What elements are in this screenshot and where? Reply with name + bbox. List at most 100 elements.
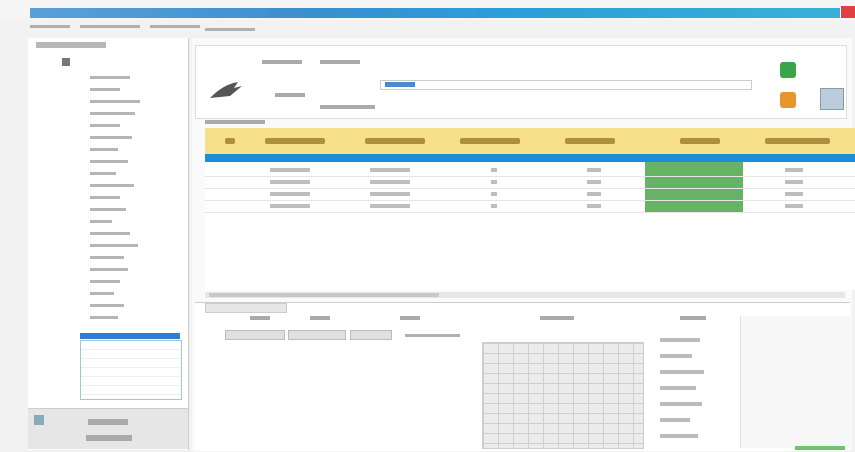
tree-item[interactable] <box>90 88 120 91</box>
tree-item[interactable] <box>90 304 124 307</box>
grid-selection-bar[interactable] <box>205 154 855 162</box>
grid-cell <box>270 192 310 196</box>
grid-cell <box>270 168 310 172</box>
tree-header <box>36 42 106 48</box>
table-row[interactable] <box>205 200 855 213</box>
tree-item[interactable] <box>90 316 118 319</box>
tree-item[interactable] <box>90 112 135 115</box>
grid-cell <box>587 180 601 184</box>
tree-item-selected[interactable] <box>80 333 180 339</box>
scrollbar-thumb[interactable] <box>209 293 439 297</box>
detail-list <box>660 330 720 445</box>
detail-header <box>400 316 420 320</box>
grid-cell <box>491 192 497 196</box>
detail-side-panel <box>740 316 851 448</box>
tree-item[interactable] <box>90 76 130 79</box>
title-bar <box>0 0 855 20</box>
detail-header <box>250 316 270 320</box>
tree-item[interactable] <box>90 280 120 283</box>
input-selection <box>385 82 415 87</box>
status-orange-icon[interactable] <box>780 92 796 108</box>
form-label <box>320 105 375 109</box>
grid-cell <box>785 204 803 208</box>
tree-item[interactable] <box>90 244 138 247</box>
tree-item[interactable] <box>90 232 130 235</box>
list-item[interactable] <box>660 434 698 438</box>
grid-cell <box>785 168 803 172</box>
detail-header <box>310 316 330 320</box>
detail-header <box>680 316 706 320</box>
detail-button[interactable] <box>288 330 346 340</box>
status-green-icon[interactable] <box>780 62 796 78</box>
tree-child-list[interactable] <box>80 340 182 400</box>
grid-cell <box>491 204 497 208</box>
tree-root-icon <box>62 58 70 66</box>
footer-button[interactable] <box>88 419 128 425</box>
search-input[interactable] <box>380 80 752 90</box>
title-accent-bar <box>30 8 840 18</box>
grid-cell <box>587 192 601 196</box>
tree-item[interactable] <box>90 220 112 223</box>
menu-placeholder <box>80 25 140 28</box>
grid-cell <box>491 180 497 184</box>
grid-cell <box>370 168 410 172</box>
grid-cell <box>587 204 601 208</box>
tree-item[interactable] <box>90 184 134 187</box>
list-item[interactable] <box>660 402 702 406</box>
column-header[interactable] <box>265 138 325 144</box>
grid-cell <box>270 180 310 184</box>
left-panel-footer <box>28 408 188 449</box>
tab-placeholder <box>205 28 255 31</box>
column-header[interactable] <box>365 138 425 144</box>
tree-item[interactable] <box>90 196 120 199</box>
detail-button[interactable] <box>225 330 285 340</box>
tree-item[interactable] <box>90 208 126 211</box>
logo-icon <box>210 82 242 98</box>
column-header[interactable] <box>680 138 720 144</box>
form-label <box>275 93 305 97</box>
column-header[interactable] <box>565 138 615 144</box>
tree-item[interactable] <box>90 172 116 175</box>
menu-placeholder <box>30 25 70 28</box>
tree-item[interactable] <box>90 148 118 151</box>
detail-header <box>540 316 574 320</box>
tree-item[interactable] <box>90 124 120 127</box>
detail-tab[interactable] <box>205 303 287 313</box>
close-button[interactable] <box>841 6 855 18</box>
grid-cell <box>785 192 803 196</box>
tree-item[interactable] <box>90 100 140 103</box>
tree-item[interactable] <box>90 268 128 271</box>
settings-icon[interactable] <box>820 88 844 110</box>
form-label <box>320 60 360 64</box>
column-header[interactable] <box>765 138 830 144</box>
tree-item[interactable] <box>90 160 128 163</box>
grid-cell <box>370 180 410 184</box>
grid-title <box>205 120 265 124</box>
grid-cell <box>785 180 803 184</box>
menu-placeholder <box>150 25 200 28</box>
grid-cell <box>370 192 410 196</box>
detail-button[interactable] <box>350 330 392 340</box>
grid-cell <box>370 204 410 208</box>
tree-item[interactable] <box>90 292 114 295</box>
list-item[interactable] <box>660 354 692 358</box>
panel-icon[interactable] <box>34 415 44 425</box>
form-label <box>262 60 302 64</box>
detail-text <box>405 334 460 337</box>
list-item[interactable] <box>660 338 700 342</box>
tree-item[interactable] <box>90 256 124 259</box>
status-bar-indicator <box>795 446 845 450</box>
list-item[interactable] <box>660 386 696 390</box>
grid-cell <box>587 168 601 172</box>
tree-item[interactable] <box>90 136 132 139</box>
column-header[interactable] <box>460 138 520 144</box>
footer-button[interactable] <box>86 435 132 441</box>
grid-cell <box>270 204 310 208</box>
detail-grid[interactable] <box>482 342 644 449</box>
grid-cell <box>491 168 497 172</box>
list-item[interactable] <box>660 418 690 422</box>
list-item[interactable] <box>660 370 704 374</box>
grid-header-row <box>205 128 855 155</box>
horizontal-scrollbar[interactable] <box>205 292 845 298</box>
column-header[interactable] <box>225 138 235 144</box>
